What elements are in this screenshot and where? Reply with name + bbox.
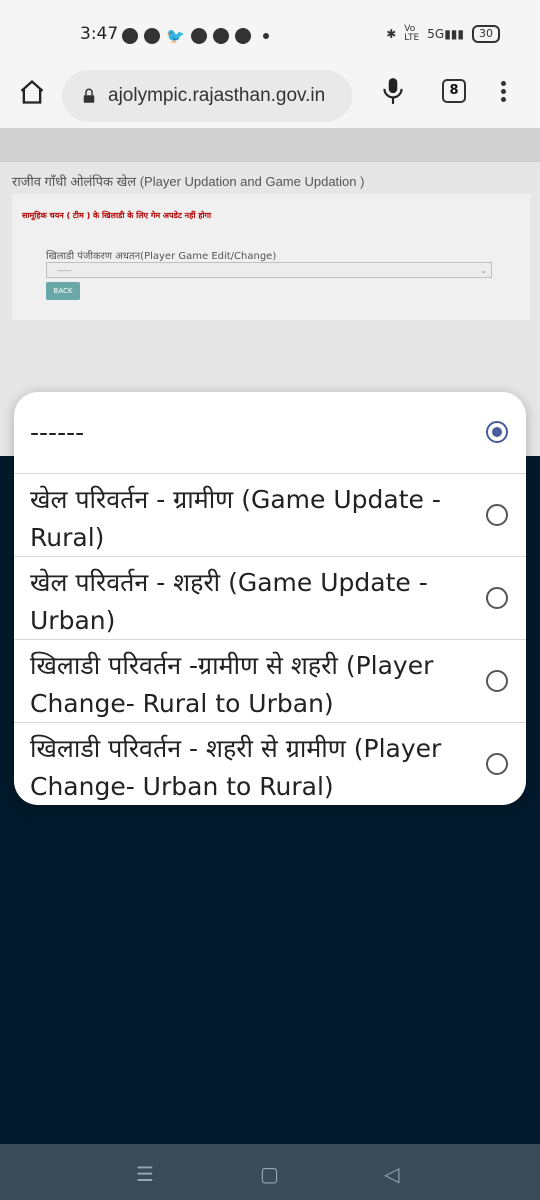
page-title: राजीव गाँधी ओलंपिक खेल (Player Updation … [12,174,365,189]
option-item[interactable]: खेल परिवर्तन - ग्रामीण (Game Update -Rur… [14,475,526,557]
option-label: खेल परिवर्तन - शहरी (Game Update -Urban) [30,568,428,635]
option-item[interactable]: खिलाडी परिवर्तन -ग्रामीण से शहरी (Player… [14,641,526,723]
browser-toolbar: ajolympic.rajasthan.gov.in 8 [0,70,540,128]
notification-app-icon [212,28,229,44]
home-nav-icon[interactable]: ▢ [260,1162,279,1186]
overflow-menu-icon[interactable] [498,78,508,106]
page-header [0,128,540,162]
battery-level: 30 [479,27,493,40]
network-type: 5G [427,27,445,41]
radio-icon[interactable] [486,753,508,775]
select-value: ----- [57,266,72,275]
status-time: 3:47 [80,24,119,44]
option-item[interactable]: खिलाडी परिवर्तन - शहरी से ग्रामीण (Playe… [14,724,526,805]
chevron-down-icon: ⌄ [480,266,487,275]
radio-selected-icon[interactable] [486,421,508,443]
back-button[interactable]: BACK [46,282,80,300]
notification-app-icon [190,28,207,44]
volte-icon: Vo LTE [404,24,420,43]
back-nav-icon[interactable]: ◁ [384,1162,399,1186]
select-options-dialog: ------ खेल परिवर्तन - ग्रामीण (Game Upda… [14,392,526,805]
radio-icon[interactable] [486,504,508,526]
address-bar[interactable]: ajolympic.rajasthan.gov.in [62,70,352,122]
option-label: ------ [30,418,85,447]
radio-icon[interactable] [486,587,508,609]
bluetooth-icon: ✱ [386,27,397,41]
option-item[interactable]: ------ [14,392,526,474]
home-icon[interactable] [18,78,46,106]
lock-icon [83,88,95,103]
status-bar: 3:47 🐦 ✱ Vo LTE 5G▮▮▮ 30 [0,0,540,70]
whatsapp-icon [144,28,160,44]
option-label: खेल परिवर्तन - ग्रामीण (Game Update -Rur… [30,485,441,552]
signal-icon: 5G▮▮▮ [427,27,464,41]
recent-apps-icon[interactable]: ☰ [136,1162,154,1186]
system-nav-bar: ☰ ▢ ◁ [0,1144,540,1200]
warning-text: सामूहिक चयन ( टीम ) के खिलाडी के लिए गेम… [22,211,212,220]
option-label: खिलाडी परिवर्तन -ग्रामीण से शहरी (Player… [30,651,434,718]
field-label: खिलाडी पंजीकरण अधतन(Player Game Edit/Cha… [46,251,277,262]
form-card: सामूहिक चयन ( टीम ) के खिलाडी के लिए गेम… [12,194,530,320]
update-type-select[interactable]: ----- ⌄ [46,262,492,278]
notification-icons: 🐦 [122,27,269,45]
option-item[interactable]: खेल परिवर्तन - शहरी (Game Update -Urban) [14,558,526,640]
url-text: ajolympic.rajasthan.gov.in [108,85,326,106]
shield-icon [234,28,251,44]
tab-switcher-button[interactable]: 8 [442,79,466,103]
microphone-icon[interactable] [380,76,406,106]
option-label: खिलाडी परिवर्तन - शहरी से ग्रामीण (Playe… [30,734,442,801]
battery-icon: 30 [472,25,500,43]
notification-app-icon [122,28,138,44]
system-icons: ✱ Vo LTE 5G▮▮▮ 30 [386,25,500,43]
radio-icon[interactable] [486,670,508,692]
more-notifications-icon [262,33,269,39]
twitter-icon: 🐦 [166,27,185,45]
